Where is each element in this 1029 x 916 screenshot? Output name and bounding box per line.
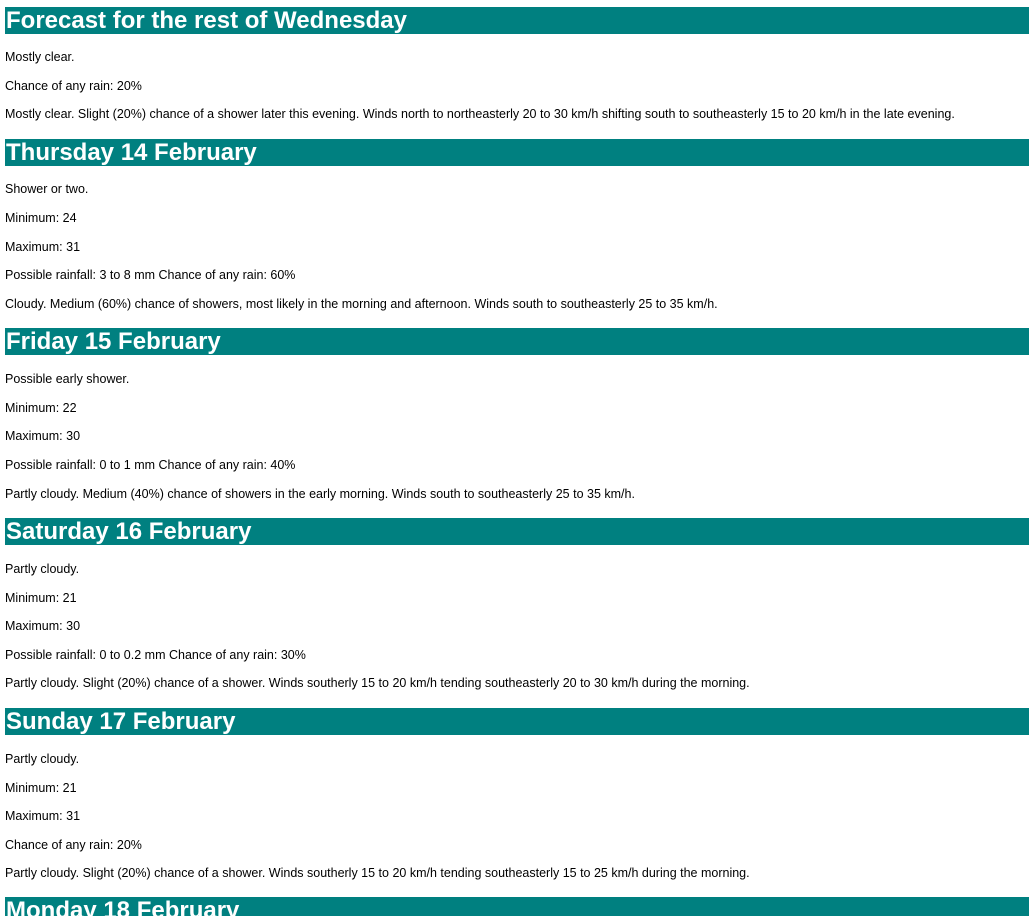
forecast-summary: Partly cloudy. <box>5 752 80 766</box>
day-heading: Friday 15 February <box>5 328 1029 355</box>
forecast-details: Partly cloudy. Slight (20%) chance of a … <box>5 676 750 690</box>
forecast-summary: Possible early shower. <box>5 372 130 386</box>
forecast-summary: Mostly clear. <box>5 50 75 64</box>
maximum-temperature: Maximum: 31 <box>5 240 81 254</box>
rainfall-info: Possible rainfall: 3 to 8 mm Chance of a… <box>5 268 296 282</box>
forecast-details: Partly cloudy. Medium (40%) chance of sh… <box>5 487 635 501</box>
forecast-summary: Shower or two. <box>5 182 89 196</box>
rainfall-info: Possible rainfall: 0 to 1 mm Chance of a… <box>5 458 296 472</box>
maximum-temperature: Maximum: 30 <box>5 619 81 633</box>
minimum-temperature: Minimum: 21 <box>5 781 77 795</box>
day-heading: Forecast for the rest of Wednesday <box>5 7 1029 34</box>
forecast-summary: Partly cloudy. <box>5 562 80 576</box>
day-heading: Thursday 14 February <box>5 139 1029 166</box>
forecast-details: Partly cloudy. Slight (20%) chance of a … <box>5 866 750 880</box>
minimum-temperature: Minimum: 24 <box>5 211 77 225</box>
rain-chance: Chance of any rain: 20% <box>5 79 142 93</box>
minimum-temperature: Minimum: 21 <box>5 591 77 605</box>
day-heading: Sunday 17 February <box>5 708 1029 735</box>
minimum-temperature: Minimum: 22 <box>5 401 77 415</box>
day-heading: Monday 18 February <box>5 897 1029 916</box>
forecast-details: Mostly clear. Slight (20%) chance of a s… <box>5 107 955 121</box>
rain-chance: Chance of any rain: 20% <box>5 838 142 852</box>
rainfall-info: Possible rainfall: 0 to 0.2 mm Chance of… <box>5 648 306 662</box>
maximum-temperature: Maximum: 30 <box>5 429 81 443</box>
maximum-temperature: Maximum: 31 <box>5 809 81 823</box>
day-heading: Saturday 16 February <box>5 518 1029 545</box>
forecast-details: Cloudy. Medium (60%) chance of showers, … <box>5 297 718 311</box>
